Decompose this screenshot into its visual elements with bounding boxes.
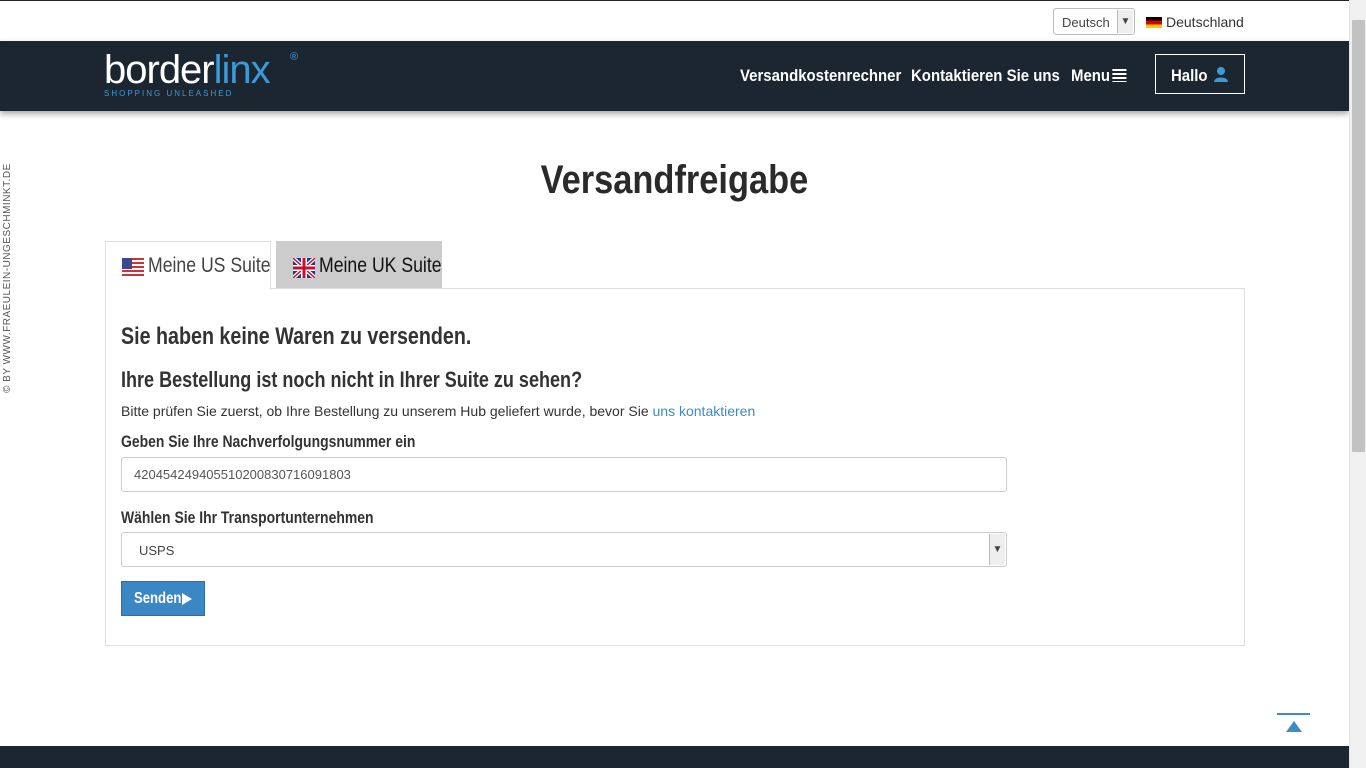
tab-uk-suite[interactable]: Meine UK Suite [276, 241, 442, 289]
page-title: Versandfreigabe [540, 158, 809, 202]
back-to-top-line [1277, 713, 1310, 715]
language-select-value: Deutsch [1062, 15, 1110, 30]
page-scrollbar[interactable] [1349, 0, 1366, 768]
tracking-number-label: Geben Sie Ihre Nachverfolgungsnummer ein [121, 432, 416, 451]
language-select[interactable]: Deutsch ▼ [1053, 8, 1135, 35]
nav-menu-label: Menu [1071, 66, 1111, 85]
shipment-release-panel: Sie haben keine Waren zu versenden. Ihre… [105, 288, 1245, 646]
info-text: Bitte prüfen Sie zuerst, ob Ihre Bestell… [121, 403, 755, 419]
country-label: Deutschland [1166, 14, 1244, 30]
back-to-top-button[interactable] [1277, 713, 1310, 735]
info-text-body: Bitte prüfen Sie zuerst, ob Ihre Bestell… [121, 403, 653, 419]
tracking-number-input[interactable] [121, 457, 1007, 492]
nav-menu[interactable]: Menu [1071, 66, 1127, 86]
order-missing-heading: Ihre Bestellung ist noch nicht in Ihrer … [121, 367, 583, 392]
country-link[interactable]: Deutschland [1146, 14, 1244, 30]
uk-flag-icon [293, 258, 315, 278]
play-icon [182, 593, 192, 605]
user-icon [1214, 67, 1228, 82]
tab-uk-suite-label: Meine UK Suite [319, 254, 442, 277]
carrier-label: Wählen Sie Ihr Transportunternehmen [121, 508, 374, 527]
submit-button[interactable]: Senden [121, 581, 205, 616]
watermark-text: © BY WWW.FRAEULEIN-UNGESCHMINKT.DE [2, 163, 13, 393]
scrollbar-thumb[interactable] [1352, 20, 1365, 452]
site-header: borderlinx ® SHOPPING UNLEASHED Versandk… [0, 41, 1349, 111]
tab-us-suite-label: Meine US Suite [148, 254, 271, 277]
carrier-select[interactable]: USPS ▼ [121, 532, 1007, 567]
logo[interactable]: borderlinx ® SHOPPING UNLEASHED [104, 48, 298, 98]
no-items-heading: Sie haben keine Waren zu versenden. [121, 323, 472, 350]
carrier-select-value: USPS [139, 543, 175, 558]
nav-contact[interactable]: Kontaktieren Sie uns [911, 66, 1060, 86]
arrow-up-icon [1286, 721, 1302, 732]
user-button-label: Hallo [1171, 66, 1208, 85]
tab-us-suite[interactable]: Meine US Suite [105, 241, 271, 290]
logo-registered-mark: ® [290, 51, 299, 63]
logo-text: border [104, 48, 215, 92]
site-footer [0, 746, 1349, 768]
contact-link[interactable]: uns kontaktieren [653, 403, 756, 419]
germany-flag-icon [1146, 17, 1162, 28]
list-icon [1112, 69, 1127, 82]
chevron-down-icon[interactable]: ▼ [1117, 10, 1133, 33]
nav-shipping-calculator[interactable]: Versandkostenrechner [740, 66, 901, 86]
top-bar: Deutsch ▼ Deutschland [0, 0, 1349, 41]
side-watermark: © BY WWW.FRAEULEIN-UNGESCHMINKT.DE [2, 118, 14, 393]
submit-button-label: Senden [134, 590, 182, 607]
user-button[interactable]: Hallo [1155, 54, 1245, 94]
us-flag-icon [122, 258, 144, 278]
logo-accent-text: linx [213, 48, 271, 92]
chevron-down-icon[interactable]: ▼ [989, 534, 1005, 565]
